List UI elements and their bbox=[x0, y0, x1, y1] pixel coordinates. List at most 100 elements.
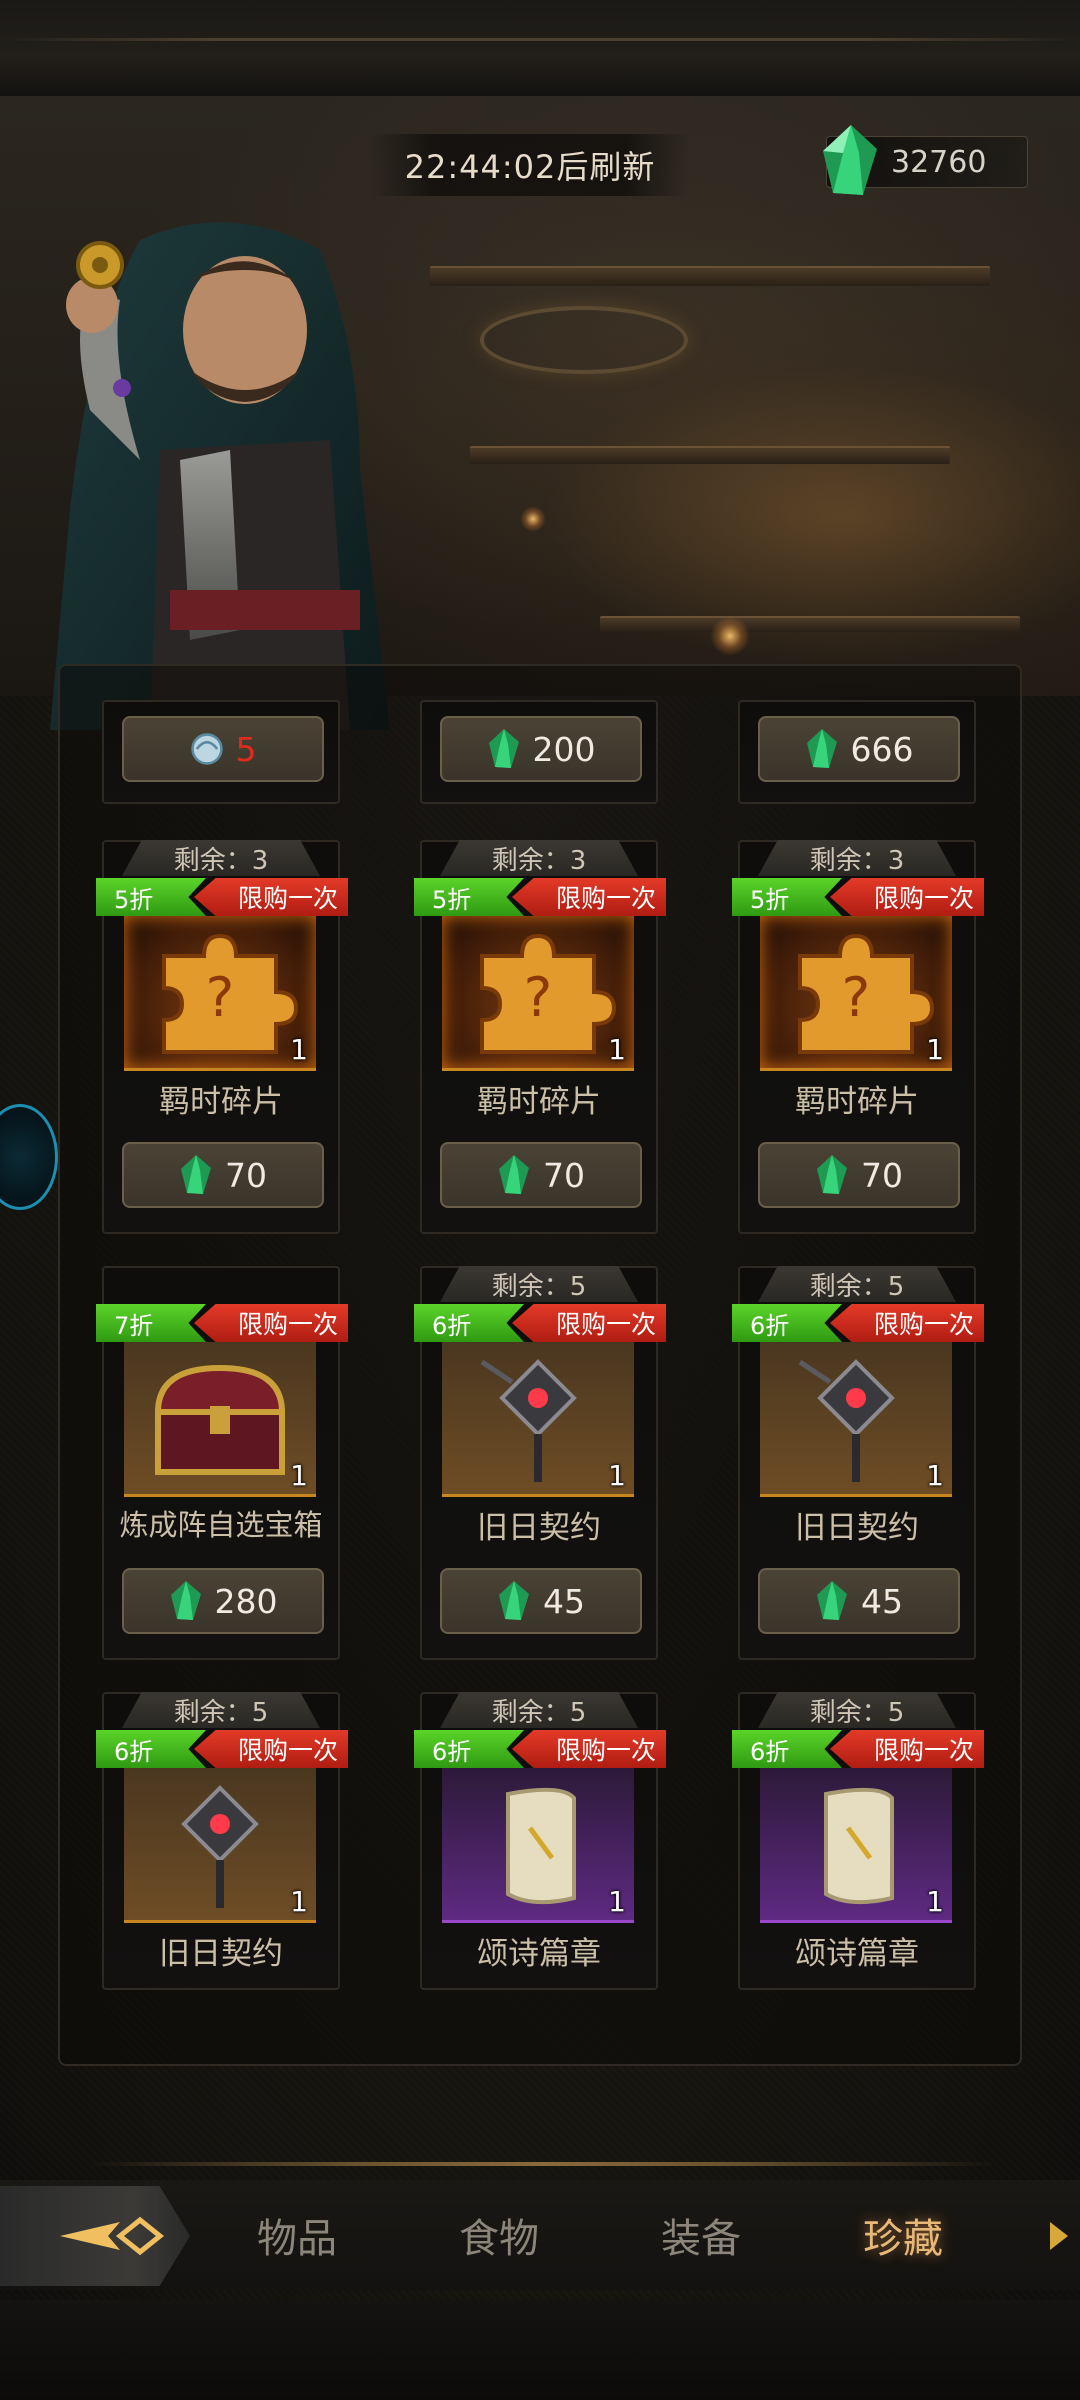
item-quantity: 1 bbox=[608, 1033, 626, 1066]
discount-tag: 6折 bbox=[414, 1304, 524, 1342]
green-gem-icon bbox=[823, 125, 877, 195]
bottom-ornament-band bbox=[0, 2300, 1080, 2400]
remaining-count: 剩余：5 bbox=[758, 1692, 956, 1728]
shelf-decoration bbox=[470, 446, 950, 464]
candle-glow bbox=[710, 616, 750, 656]
discount-tag: 6折 bbox=[732, 1304, 842, 1342]
back-arrow-icon bbox=[60, 2216, 165, 2256]
remaining-count: 剩余：3 bbox=[758, 840, 956, 876]
svg-text:?: ? bbox=[524, 966, 553, 1029]
shop-card[interactable]: 剩余：3 ? 1 5折 限购一次 羁时碎片 70 bbox=[732, 840, 984, 1234]
contract-sigil-icon bbox=[480, 1359, 577, 1482]
price-button[interactable]: 5 bbox=[122, 716, 324, 782]
tab-scroll-right-icon[interactable] bbox=[1050, 2222, 1068, 2250]
green-gem-icon bbox=[817, 1581, 847, 1620]
price-value: 200 bbox=[532, 729, 596, 769]
item-name: 旧日契约 bbox=[795, 1510, 919, 1546]
tab-divider bbox=[88, 2162, 998, 2166]
shop-card[interactable]: 剩余：5 1 6折 限购一次 颂诗篇章 bbox=[732, 1692, 984, 1990]
shelf-decoration bbox=[600, 616, 1020, 632]
item-name: 羁时碎片 bbox=[795, 1084, 919, 1120]
green-gem-icon bbox=[817, 1155, 847, 1194]
price-button[interactable]: 200 bbox=[440, 716, 642, 782]
price-value: 5 bbox=[235, 729, 257, 769]
gem-balance-value: 32760 bbox=[891, 144, 987, 180]
price-button[interactable]: 280 bbox=[122, 1568, 324, 1634]
discount-tag: 5折 bbox=[96, 878, 206, 916]
price-value: 280 bbox=[214, 1581, 278, 1621]
item-name: 旧日契约 bbox=[159, 1936, 283, 1972]
treasure-chest-icon bbox=[154, 1364, 286, 1475]
limit-tag: 限购一次 bbox=[512, 1304, 666, 1342]
tab-equipment[interactable]: 装备 bbox=[626, 2200, 776, 2270]
floating-assistant-icon[interactable] bbox=[0, 1104, 58, 1210]
shop-card-partial: 200 bbox=[420, 700, 658, 804]
item-icon-box: 1 bbox=[442, 1768, 634, 1923]
item-icon-box: 1 bbox=[760, 1768, 952, 1923]
svg-text:?: ? bbox=[842, 966, 871, 1029]
merchant-portrait bbox=[50, 222, 390, 730]
remaining-count: 剩余：5 bbox=[440, 1692, 638, 1728]
price-button[interactable]: 70 bbox=[440, 1142, 642, 1208]
item-icon-box: 1 bbox=[760, 1342, 952, 1497]
shop-card[interactable]: 剩余：3 ? 1 5折 限购一次 羁时碎片 70 bbox=[414, 840, 666, 1234]
item-icon-box: ? 1 bbox=[124, 916, 316, 1071]
contract-sigil-icon bbox=[798, 1359, 895, 1482]
price-button[interactable]: 70 bbox=[758, 1142, 960, 1208]
back-button[interactable] bbox=[0, 2186, 190, 2286]
shop-card[interactable]: 剩余：5 1 6折 限购一次 旧日契约 bbox=[96, 1692, 348, 1990]
item-quantity: 1 bbox=[926, 1459, 944, 1492]
shop-card[interactable]: 1 7折 限购一次 炼成阵自选宝箱 280 bbox=[96, 1266, 348, 1660]
item-icon-box: 1 bbox=[124, 1768, 316, 1923]
tab-food[interactable]: 食物 bbox=[424, 2200, 574, 2270]
discount-tag: 5折 bbox=[414, 878, 524, 916]
item-name: 羁时碎片 bbox=[477, 1084, 601, 1120]
item-icon-box: 1 bbox=[442, 1342, 634, 1497]
remaining-count: 剩余：5 bbox=[122, 1692, 320, 1728]
remaining-count: 剩余：5 bbox=[758, 1266, 956, 1302]
limit-tag: 限购一次 bbox=[194, 1304, 348, 1342]
discount-tag: 5折 bbox=[732, 878, 842, 916]
price-value: 70 bbox=[861, 1155, 903, 1195]
chandelier bbox=[480, 306, 688, 374]
shop-card[interactable]: 剩余：5 1 6折 限购一次 颂诗篇章 bbox=[414, 1692, 666, 1990]
item-quantity: 1 bbox=[290, 1033, 308, 1066]
remaining-count: 剩余：3 bbox=[440, 840, 638, 876]
top-ornament-band bbox=[0, 0, 1080, 98]
limit-tag: 限购一次 bbox=[512, 1730, 666, 1768]
discount-tag: 6折 bbox=[96, 1730, 206, 1768]
item-quantity: 1 bbox=[290, 1885, 308, 1918]
tab-items[interactable]: 物品 bbox=[222, 2200, 372, 2270]
price-button[interactable]: 666 bbox=[758, 716, 960, 782]
discount-tag: 6折 bbox=[414, 1730, 524, 1768]
item-quantity: 1 bbox=[926, 1033, 944, 1066]
limit-tag: 限购一次 bbox=[830, 1730, 984, 1768]
discount-tag: 6折 bbox=[732, 1730, 842, 1768]
puzzle-piece-icon: ? bbox=[162, 933, 299, 1054]
shelf-decoration bbox=[430, 266, 990, 286]
contract-sigil-icon bbox=[181, 1785, 259, 1908]
price-button[interactable]: 45 bbox=[758, 1568, 960, 1634]
limit-tag: 限购一次 bbox=[830, 1304, 984, 1342]
item-name: 旧日契约 bbox=[477, 1510, 601, 1546]
shop-card[interactable]: 剩余：5 1 6折 限购一次 旧日契约 45 bbox=[414, 1266, 666, 1660]
shop-card[interactable]: 剩余：3 ? 1 5折 限购一次 羁时碎片 70 bbox=[96, 840, 348, 1234]
price-button[interactable]: 70 bbox=[122, 1142, 324, 1208]
scroll-icon bbox=[824, 1787, 894, 1905]
puzzle-piece-icon: ? bbox=[480, 933, 617, 1054]
limit-tag: 限购一次 bbox=[512, 878, 666, 916]
price-button[interactable]: 45 bbox=[440, 1568, 642, 1634]
limit-tag: 限购一次 bbox=[194, 1730, 348, 1768]
shop-card[interactable]: 剩余：5 1 6折 限购一次 旧日契约 45 bbox=[732, 1266, 984, 1660]
item-quantity: 1 bbox=[290, 1459, 308, 1492]
shop-card-partial: 666 bbox=[738, 700, 976, 804]
discount-tag: 7折 bbox=[96, 1304, 206, 1342]
green-gem-icon bbox=[181, 1155, 211, 1194]
item-name: 颂诗篇章 bbox=[795, 1936, 919, 1972]
tab-collection[interactable]: 珍藏 bbox=[828, 2200, 978, 2270]
price-value: 70 bbox=[225, 1155, 267, 1195]
gem-balance[interactable]: 32760 bbox=[823, 125, 1028, 195]
svg-text:?: ? bbox=[206, 966, 235, 1029]
scroll-icon bbox=[506, 1787, 576, 1905]
price-value: 70 bbox=[543, 1155, 585, 1195]
